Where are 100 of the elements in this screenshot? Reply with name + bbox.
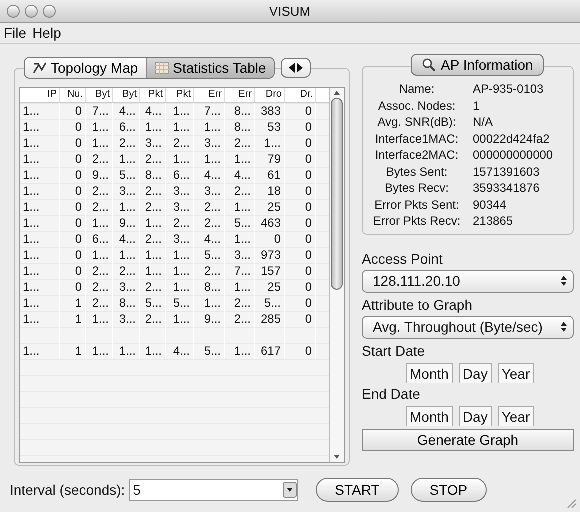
column-header[interactable]: Byt: [86, 88, 113, 102]
access-point-select[interactable]: 128.111.20.10: [362, 270, 574, 292]
table-cell: 0: [285, 135, 316, 151]
table-cell: 0: [285, 231, 316, 247]
column-header[interactable]: Byt: [113, 88, 140, 102]
table-cell: 4...: [113, 231, 140, 247]
stop-button[interactable]: STOP: [410, 478, 487, 502]
table-cell: 463: [255, 215, 285, 231]
zoom-button[interactable]: [43, 4, 56, 18]
table-cell: 0: [60, 151, 86, 167]
date-field[interactable]: Day: [458, 406, 492, 426]
table-cell: 0: [60, 263, 86, 279]
table-cell: 1...: [20, 167, 60, 183]
table-cell: 1...: [20, 231, 60, 247]
table-cell: 7...: [86, 103, 113, 119]
table-cell: 1...: [166, 263, 194, 279]
table-cell: 4...: [194, 231, 225, 247]
table-cell: 1...: [140, 247, 166, 263]
interval-combo-box[interactable]: 5: [129, 479, 298, 501]
table-cell: 3...: [225, 247, 255, 263]
table-cell: 5...: [140, 295, 166, 311]
table-cell: 2...: [166, 135, 194, 151]
table-cell: 1...: [140, 263, 166, 279]
table-cell: 2...: [86, 199, 113, 215]
column-header[interactable]: Err: [194, 88, 225, 102]
column-header[interactable]: Dro: [255, 88, 285, 102]
menu-item[interactable]: File: [4, 25, 27, 41]
table-cell: 1...: [113, 199, 140, 215]
tab[interactable]: Topology Map: [25, 58, 146, 78]
table-cell: 4...: [140, 103, 166, 119]
column-header[interactable]: Nu.: [60, 88, 86, 102]
date-field[interactable]: Month: [406, 406, 453, 426]
table-cell: 0: [60, 247, 86, 263]
tab[interactable]: Statistics Table: [146, 58, 274, 78]
table-cell: 1...: [86, 119, 113, 135]
date-field[interactable]: Year: [498, 362, 534, 382]
table-cell: 3...: [166, 199, 194, 215]
table-cell: 1...: [166, 103, 194, 119]
table-cell: 5...: [194, 247, 225, 263]
stepper-arrows-icon: [560, 321, 568, 333]
field-label: Error Pkts Sent:: [374, 196, 460, 213]
table-cell: 1...: [86, 343, 113, 359]
table-cell: 1...: [20, 343, 60, 359]
table-cell: 2...: [86, 263, 113, 279]
column-header[interactable]: Dr.: [285, 88, 316, 102]
field-value: 90344: [472, 196, 506, 213]
field-value: 3593341876: [472, 180, 540, 196]
scroll-tabs-button[interactable]: [281, 58, 312, 78]
table-cell: 0: [285, 215, 316, 231]
table-cell: 7...: [225, 263, 255, 279]
column-header[interactable]: Pkt: [140, 88, 166, 102]
table-cell: 0: [60, 119, 86, 135]
table-cell: 617: [255, 343, 285, 359]
table-cell: 0: [60, 231, 86, 247]
table-cell: 3...: [113, 311, 140, 327]
table-cell: 5...: [194, 343, 225, 359]
table-cell: 0: [285, 103, 316, 119]
table-cell: 1...: [225, 151, 255, 167]
column-header[interactable]: IP: [20, 88, 60, 102]
table-cell: 1...: [20, 151, 60, 167]
minimize-button[interactable]: [25, 4, 38, 18]
field-label: Avg. SNR(dB):: [376, 114, 458, 130]
close-button[interactable]: [7, 4, 20, 18]
table-cell: 1: [60, 311, 86, 327]
menu-item[interactable]: Help: [32, 25, 62, 41]
table-cell: 1...: [225, 343, 255, 359]
table-cell: 1...: [225, 231, 255, 247]
attribute-select[interactable]: Avg. Throughout (Byte/sec): [362, 316, 574, 338]
table-cell: 0: [285, 279, 316, 295]
access-point-label: Access Point: [362, 250, 444, 266]
field-value: 1571391603: [472, 164, 540, 180]
interval-label: Interval (seconds):: [10, 482, 126, 498]
date-field[interactable]: Month: [406, 362, 453, 382]
scroll-thumb[interactable]: [331, 98, 343, 290]
ap-information-button[interactable]: AP Information: [411, 54, 544, 76]
generate-graph-button[interactable]: Generate Graph: [362, 428, 574, 450]
table-cell: 1...: [86, 135, 113, 151]
column-header[interactable]: Err: [225, 88, 255, 102]
scroll-up-icon: [333, 90, 341, 96]
table-cell: 2...: [225, 311, 255, 327]
table-cell: 2...: [194, 199, 225, 215]
resize-grip-icon[interactable]: [565, 497, 577, 509]
field-value: 213865: [472, 213, 514, 230]
table-cell: 1...: [20, 183, 60, 199]
table-cell: 3...: [140, 135, 166, 151]
table-cell: 61: [255, 167, 285, 183]
table-cell: 4...: [113, 103, 140, 119]
table-cell: 0: [60, 215, 86, 231]
scrollbar[interactable]: [329, 88, 344, 462]
date-field[interactable]: Year: [498, 406, 534, 426]
field-value: N/A: [472, 114, 494, 130]
column-header[interactable]: Pkt: [166, 88, 194, 102]
table-cell: 1...: [166, 151, 194, 167]
table-cell: 0: [285, 311, 316, 327]
date-field[interactable]: Day: [458, 362, 492, 382]
table-cell: 2...: [225, 295, 255, 311]
start-button[interactable]: START: [316, 478, 399, 502]
table-cell: 1...: [113, 247, 140, 263]
table-cell: 2...: [166, 215, 194, 231]
table-cell: 1...: [166, 247, 194, 263]
